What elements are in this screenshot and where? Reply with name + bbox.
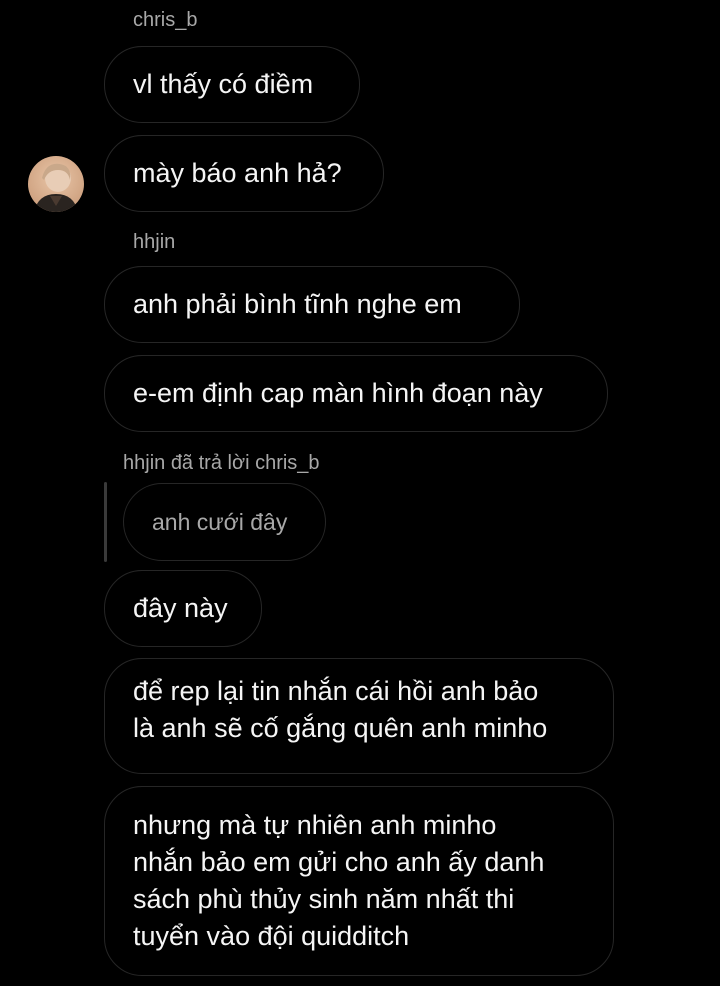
message-text: đây này	[133, 593, 228, 623]
chat-screen: { "thread": { "messages": [ { "sender": …	[0, 0, 720, 986]
message-bubble[interactable]: anh phải bình tĩnh nghe em	[104, 266, 520, 343]
message-bubble[interactable]: mày báo anh hả?	[104, 135, 384, 212]
reply-indicator-bar	[104, 482, 107, 562]
quoted-message-text: anh cưới đây	[152, 508, 288, 535]
message-bubble[interactable]: e-em định cap màn hình đoạn này	[104, 355, 608, 432]
message-text: để rep lại tin nhắn cái hồi anh bảo là a…	[133, 676, 548, 743]
message-bubble[interactable]: vl thấy có điềm	[104, 46, 360, 123]
message-text: nhưng mà tự nhiên anh minho nhắn bảo em …	[133, 810, 545, 951]
message-bubble[interactable]: đây này	[104, 570, 262, 647]
message-bubble[interactable]: để rep lại tin nhắn cái hồi anh bảo là a…	[104, 658, 614, 774]
reply-header: hhjin đã trả lời chris_b	[123, 452, 320, 474]
message-text: anh phải bình tĩnh nghe em	[133, 289, 462, 319]
sender-name-hhjin: hhjin	[133, 231, 176, 253]
message-text: e-em định cap màn hình đoạn này	[133, 378, 543, 408]
quoted-message-bubble[interactable]: anh cưới đây	[123, 483, 326, 561]
message-text: mày báo anh hả?	[133, 158, 342, 188]
message-text: vl thấy có điềm	[133, 69, 314, 99]
sender-name-chris-b: chris_b	[133, 9, 198, 31]
profile-photo-icon	[28, 156, 84, 212]
avatar[interactable]	[28, 156, 84, 212]
message-bubble[interactable]: nhưng mà tự nhiên anh minho nhắn bảo em …	[104, 786, 614, 976]
